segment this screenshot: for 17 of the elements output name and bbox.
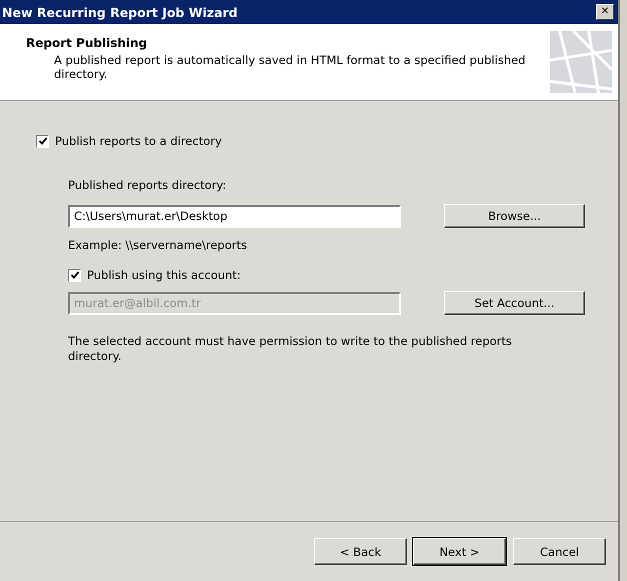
wizard-button[interactable]: Next > [413, 538, 506, 565]
note-text: The selected account must have permission to write to the published reports directory. [68, 334, 513, 364]
browse-button[interactable]: Browse... [444, 204, 585, 228]
page-title: Report Publishing [26, 36, 148, 50]
page-description: A published report is automatically saved in HTML format to a specified published directory. [53, 52, 526, 80]
close-button[interactable]: ✕ [596, 4, 614, 20]
lines-graphic-icon [550, 30, 612, 94]
directory-field[interactable]: C:\Users\murat.er\Desktop [68, 204, 401, 228]
checkbox[interactable] [68, 268, 81, 282]
checkbox-label: Publish using this account: [87, 268, 241, 282]
wizard-button[interactable]: < Back [314, 538, 407, 565]
checkbox-label: Publish reports to a directory [55, 134, 222, 148]
checkbox[interactable] [36, 134, 49, 148]
window-title: New Recurring Report Job Wizard [2, 4, 238, 20]
example-text: Example: \\servername\reports [68, 238, 248, 252]
field-label: Published reports directory: [68, 178, 228, 192]
wizard-button[interactable]: Cancel [513, 538, 606, 565]
